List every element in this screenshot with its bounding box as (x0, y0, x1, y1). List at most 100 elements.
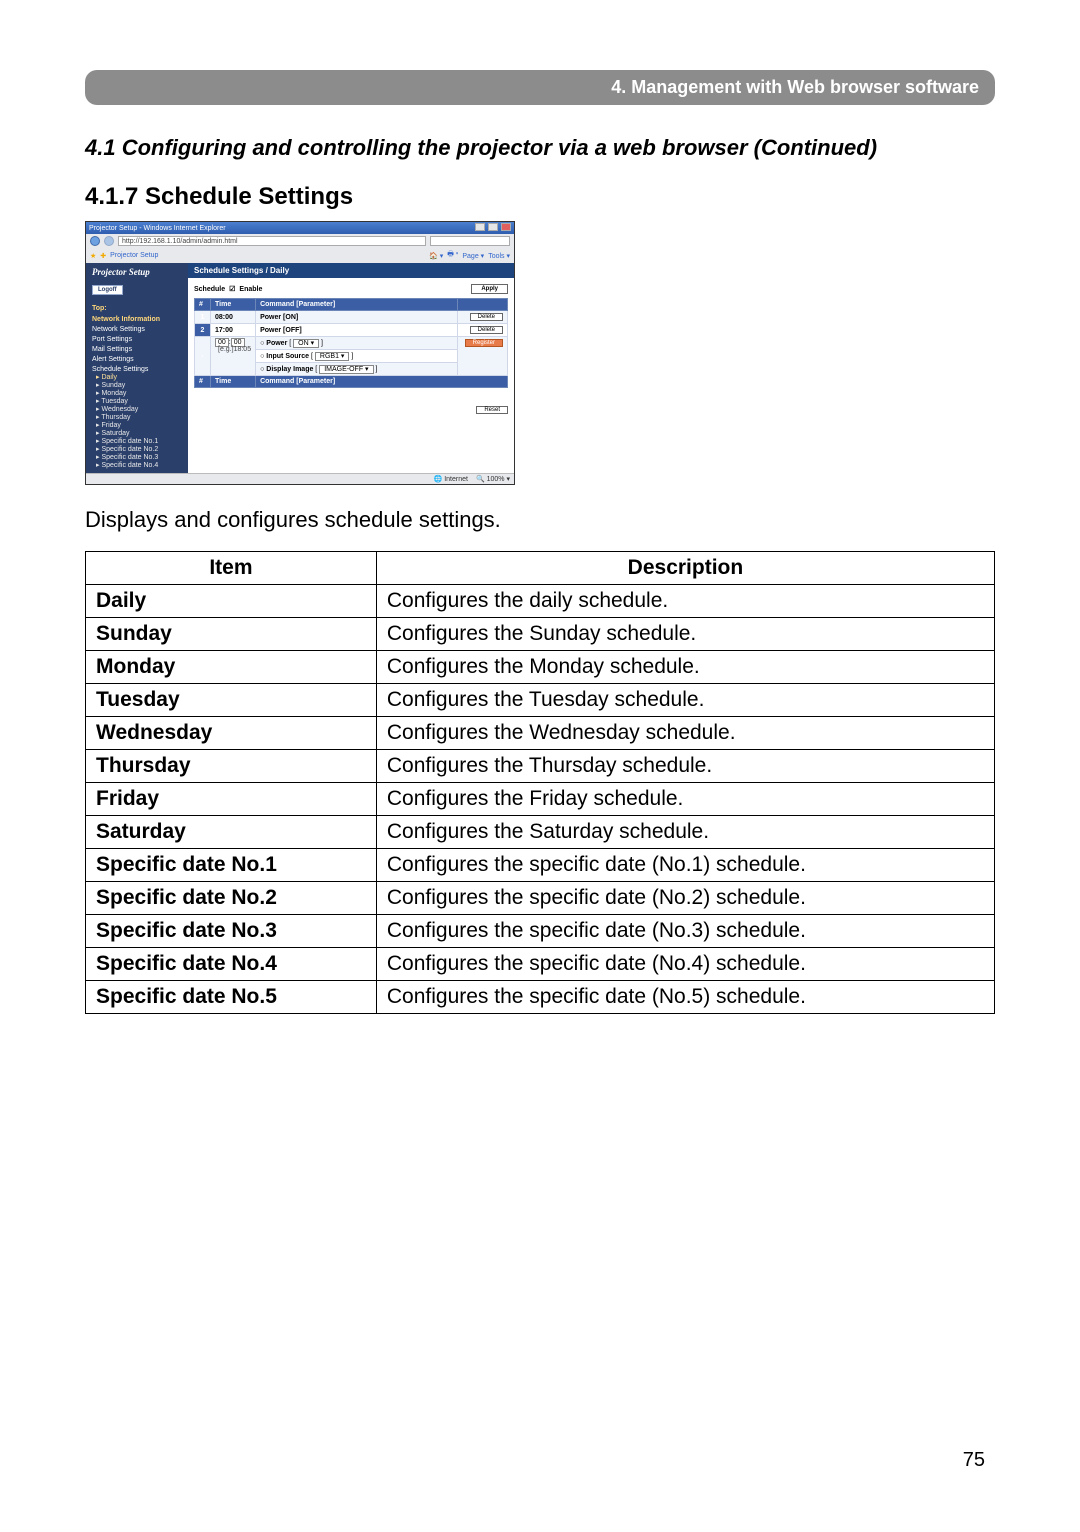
network-info-link[interactable]: Network Information (92, 316, 184, 323)
section-title: 4.1 Configuring and controlling the proj… (85, 135, 995, 161)
table-row: MondayConfigures the Monday schedule. (86, 651, 995, 684)
description-cell: Configures the daily schedule. (376, 585, 994, 618)
opt-display-image[interactable]: Display Image (266, 366, 313, 373)
nav-network-settings[interactable]: Network Settings (92, 326, 184, 333)
col-cmd: Command [Parameter] (256, 299, 458, 311)
table-row: 1 08:00 Power [ON] Delete (195, 311, 508, 324)
nav-sched-sd3[interactable]: ▸ Specific date No.3 (96, 453, 184, 461)
nav-schedule-settings[interactable]: Schedule Settings (92, 366, 184, 373)
nav-sched-monday[interactable]: ▸ Monday (96, 389, 184, 397)
mini-sidebar: Projector Setup Logoff Top: Network Info… (86, 263, 188, 473)
nav-back-icon[interactable] (90, 236, 100, 246)
item-cell: Saturday (86, 816, 377, 849)
status-internet: 🌐 Internet (434, 475, 468, 483)
nav-sched-wednesday[interactable]: ▸ Wednesday (96, 405, 184, 413)
time-example: [e.g.]18:05 (218, 346, 251, 353)
nav-mail-settings[interactable]: Mail Settings (92, 346, 184, 353)
description-cell: Configures the specific date (No.2) sche… (376, 882, 994, 915)
nav-sched-tuesday[interactable]: ▸ Tuesday (96, 397, 184, 405)
nav-port-settings[interactable]: Port Settings (92, 336, 184, 343)
description-cell: Configures the Monday schedule. (376, 651, 994, 684)
item-cell: Sunday (86, 618, 377, 651)
description-cell: Configures the Friday schedule. (376, 783, 994, 816)
new-entry-row: - 00:00 [e.g.]18:05 ○ Power [ ON ▾ ] Reg… (195, 337, 508, 350)
item-cell: Specific date No.3 (86, 915, 377, 948)
description-cell: Configures the Tuesday schedule. (376, 684, 994, 717)
item-cell: Daily (86, 585, 377, 618)
col-header-item: Item (86, 552, 377, 585)
input-source-select[interactable]: RGB1 ▾ (315, 352, 350, 361)
description-cell: Configures the Saturday schedule. (376, 816, 994, 849)
description-cell: Configures the specific date (No.3) sche… (376, 915, 994, 948)
item-cell: Specific date No.4 (86, 948, 377, 981)
description-cell: Configures the specific date (No.4) sche… (376, 948, 994, 981)
mini-panel-title: Schedule Settings / Daily (188, 263, 514, 278)
table-row: SaturdayConfigures the Saturday schedule… (86, 816, 995, 849)
table-row: Specific date No.4Configures the specifi… (86, 948, 995, 981)
description-cell: Configures the Sunday schedule. (376, 618, 994, 651)
display-image-select[interactable]: IMAGE-OFF ▾ (319, 365, 373, 374)
mini-screenshot: Projector Setup - Windows Internet Explo… (85, 221, 515, 485)
table-row: TuesdayConfigures the Tuesday schedule. (86, 684, 995, 717)
favorites-star-icon[interactable]: ★ (90, 252, 96, 260)
description-cell: Configures the specific date (No.1) sche… (376, 849, 994, 882)
item-cell: Thursday (86, 750, 377, 783)
nav-sched-sd4[interactable]: ▸ Specific date No.4 (96, 461, 184, 469)
window-buttons[interactable] (474, 223, 511, 233)
delete-button[interactable]: Delete (470, 313, 503, 321)
home-icon[interactable]: 🏠 ▾ (429, 252, 443, 260)
window-titlebar: Projector Setup - Windows Internet Explo… (86, 222, 514, 234)
status-zoom[interactable]: 🔍 100% ▾ (476, 475, 510, 483)
print-icon[interactable]: 🖶 ▾ (447, 250, 458, 261)
nav-sched-sd1[interactable]: ▸ Specific date No.1 (96, 437, 184, 445)
mini-brand: Projector Setup (92, 267, 184, 277)
table-row: FridayConfigures the Friday schedule. (86, 783, 995, 816)
mini-main: Schedule Settings / Daily Schedule ☑ Ena… (188, 263, 514, 473)
delete-button[interactable]: Delete (470, 326, 503, 334)
settings-table: Item Description DailyConfigures the dai… (85, 551, 995, 1014)
page-menu[interactable]: Page ▾ (462, 252, 484, 260)
search-field[interactable] (430, 236, 510, 246)
enable-label[interactable]: Enable (239, 286, 262, 293)
nav-alert-settings[interactable]: Alert Settings (92, 356, 184, 363)
item-cell: Specific date No.1 (86, 849, 377, 882)
table-row: 2 17:00 Power [OFF] Delete (195, 324, 508, 337)
reset-button[interactable]: Reset (476, 406, 508, 414)
table-row: Specific date No.2Configures the specifi… (86, 882, 995, 915)
tab-label[interactable]: Projector Setup (110, 252, 158, 259)
maximize-icon[interactable] (488, 223, 498, 231)
schedule-label: Schedule (194, 286, 225, 293)
url-field[interactable]: http://192.168.1.10/admin/admin.html (118, 236, 426, 246)
tools-menu[interactable]: Tools ▾ (488, 252, 510, 260)
add-favorites-icon[interactable]: ✚ (100, 252, 106, 260)
minimize-icon[interactable] (475, 223, 485, 231)
nav-sched-saturday[interactable]: ▸ Saturday (96, 429, 184, 437)
favorites-bar: ★ ✚ Projector Setup 🏠 ▾ 🖶 ▾ Page ▾ Tools… (86, 248, 514, 263)
schedule-events-table: # Time Command [Parameter] 1 08:00 Power… (194, 298, 508, 388)
top-label: Top: (92, 305, 184, 312)
item-cell: Friday (86, 783, 377, 816)
chapter-bar: 4. Management with Web browser software (85, 70, 995, 105)
apply-button[interactable]: Apply (471, 284, 508, 294)
table-row: ThursdayConfigures the Thursday schedule… (86, 750, 995, 783)
nav-sched-sd2[interactable]: ▸ Specific date No.2 (96, 445, 184, 453)
power-select[interactable]: ON ▾ (293, 339, 319, 348)
nav-sched-friday[interactable]: ▸ Friday (96, 421, 184, 429)
subsection-title: 4.1.7 Schedule Settings (85, 183, 995, 211)
item-cell: Specific date No.2 (86, 882, 377, 915)
close-icon[interactable] (501, 223, 511, 231)
caption-text: Displays and configures schedule setting… (85, 507, 995, 533)
register-button[interactable]: Register (465, 339, 503, 347)
description-cell: Configures the specific date (No.5) sche… (376, 981, 994, 1014)
nav-sched-thursday[interactable]: ▸ Thursday (96, 413, 184, 421)
opt-power[interactable]: Power (266, 340, 287, 347)
nav-sched-sunday[interactable]: ▸ Sunday (96, 381, 184, 389)
status-bar: 🌐 Internet 🔍 100% ▾ (86, 473, 514, 484)
logoff-button[interactable]: Logoff (92, 285, 123, 295)
nav-forward-icon[interactable] (104, 236, 114, 246)
opt-input-source[interactable]: Input Source (266, 353, 309, 360)
window-title: Projector Setup - Windows Internet Explo… (89, 225, 226, 232)
nav-sched-daily[interactable]: ▸ Daily (96, 373, 184, 381)
address-bar: http://192.168.1.10/admin/admin.html (86, 234, 514, 248)
description-cell: Configures the Wednesday schedule. (376, 717, 994, 750)
